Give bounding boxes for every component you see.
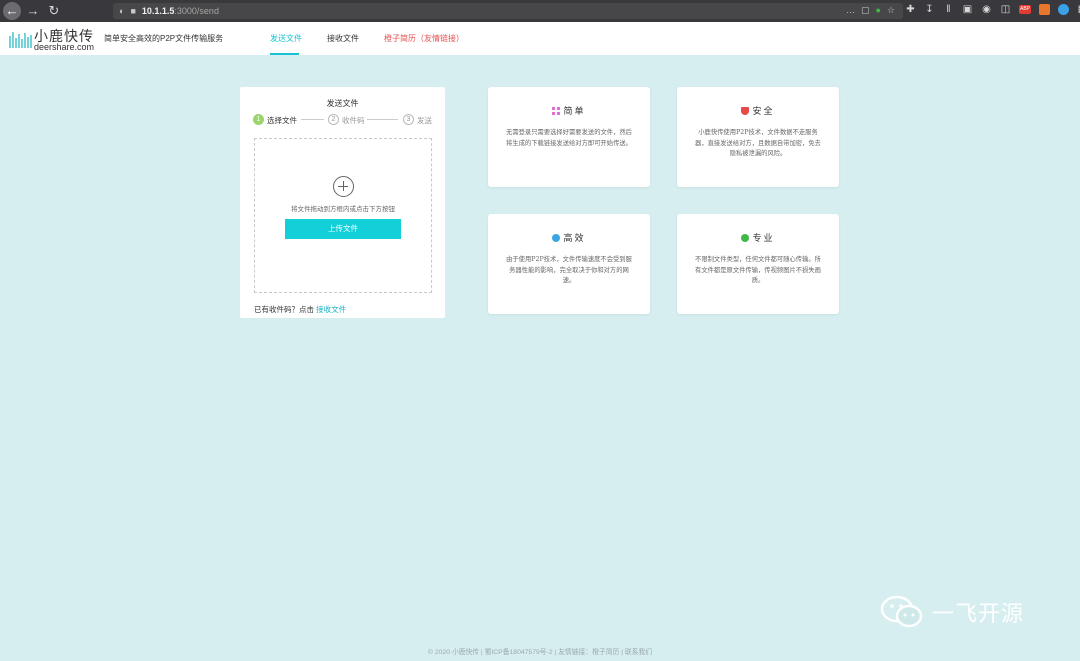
step-1-label: 选择文件 bbox=[267, 116, 297, 125]
nav-receive-file[interactable]: 接收文件 bbox=[327, 33, 359, 44]
file-drop-zone[interactable]: 将文件拖动到方框内或点击下方按钮 上传文件 bbox=[254, 138, 432, 293]
url-bar[interactable]: ◐ ■ 10.1.1.5:3000/send … ▢ ● ☆ bbox=[113, 3, 903, 19]
feature-card-efficient: 高效 由于使用P2P技术，文件传输速度不会受到服务器性能的影响，完全取决于你和对… bbox=[488, 214, 650, 314]
page-actions-icon[interactable]: … bbox=[846, 5, 855, 16]
slogan: 简单安全高效的P2P文件传输服务 bbox=[104, 34, 224, 43]
pocket-icon[interactable]: ▢ bbox=[861, 5, 870, 16]
download-icon[interactable]: ↧ bbox=[924, 4, 935, 15]
step-indicator: 1 选择文件 2 收件码 3 发送 bbox=[253, 114, 433, 126]
page-footer: © 2020 小鹿快传 | 蜀ICP备18047579号-2 | 友情链接：橙子… bbox=[427, 649, 653, 656]
grid-icon bbox=[552, 107, 561, 115]
watermark-text: 一飞开源 bbox=[932, 601, 1025, 626]
browser-toolbar: ← → ↻ ◐ ■ 10.1.1.5:3000/send … ▢ ● ☆ ✚ ↧… bbox=[0, 0, 1080, 22]
nav-send-file[interactable]: 发送文件 bbox=[270, 33, 302, 44]
step-3-number: 3 bbox=[403, 114, 414, 125]
shield-icon[interactable]: ◐ bbox=[119, 6, 124, 16]
url-path: :3000/send bbox=[174, 6, 219, 16]
check-icon bbox=[741, 234, 750, 242]
plus-icon[interactable] bbox=[333, 176, 354, 197]
upload-file-button[interactable]: 上传文件 bbox=[285, 219, 401, 239]
watermark: 一飞开源 bbox=[880, 592, 1060, 632]
feature-card-simple: 简单 无需登录只需要选择好需要发送的文件，然后将生成的下载链接发送给对方即可开始… bbox=[488, 87, 650, 187]
extension-icon[interactable]: ● bbox=[875, 5, 880, 16]
reload-button[interactable]: ↻ bbox=[45, 2, 63, 20]
drop-hint: 将文件拖动到方框内或点击下方按钮 bbox=[291, 206, 395, 213]
page-info-icon[interactable]: ■ bbox=[130, 6, 135, 16]
account-icon[interactable]: ◉ bbox=[981, 4, 992, 15]
shield-icon bbox=[741, 107, 750, 115]
feature-description: 小鹿快传使用P2P技术，文件数据不走服务器，直接发送给对方，且数据自带加密，免去… bbox=[695, 129, 821, 157]
step-2-number: 2 bbox=[328, 114, 339, 125]
step-3-label: 发送 bbox=[417, 116, 432, 125]
card-title: 发送文件 bbox=[326, 99, 359, 108]
feature-title: 安全 bbox=[752, 106, 775, 116]
step-connector bbox=[301, 119, 324, 120]
feature-card-secure: 安全 小鹿快传使用P2P技术，文件数据不走服务器，直接发送给对方，且数据自带加密… bbox=[677, 87, 839, 187]
bookmark-star-icon[interactable]: ☆ bbox=[887, 5, 895, 16]
site-header: 小鹿快传 deershare.com 简单安全高效的P2P文件传输服务 发送文件… bbox=[0, 22, 1080, 55]
deer-logo-icon bbox=[9, 32, 32, 48]
forward-button[interactable]: → bbox=[24, 2, 42, 20]
wechat-icon bbox=[880, 595, 923, 628]
logo-domain: deershare.com bbox=[34, 42, 95, 52]
screenshot-icon[interactable]: ◫ bbox=[1000, 4, 1011, 15]
step-2-label: 收件码 bbox=[342, 116, 365, 125]
receive-file-link[interactable]: 接收文件 bbox=[316, 305, 346, 314]
feature-title: 高效 bbox=[563, 233, 586, 243]
feature-description: 由于使用P2P技术，文件传输速度不会受到服务器性能的影响，完全取决于你和对方的网… bbox=[506, 256, 632, 284]
step-connector bbox=[367, 119, 398, 120]
logo[interactable]: 小鹿快传 deershare.com bbox=[8, 26, 98, 52]
have-code-text: 已有收件码？点击 接收文件 bbox=[254, 304, 346, 315]
library-icon[interactable]: ‖ bbox=[943, 4, 954, 15]
nav-friend-link[interactable]: 橙子简历（友情链接） bbox=[384, 33, 464, 44]
feature-title: 专业 bbox=[752, 233, 775, 243]
url-host: 10.1.1.5 bbox=[141, 6, 175, 16]
tools-icon[interactable]: ✚ bbox=[905, 4, 916, 15]
gauge-icon bbox=[552, 234, 561, 242]
upload-card: 发送文件 1 选择文件 2 收件码 3 发送 将文件拖动到方框内或点击下方按钮 … bbox=[240, 87, 445, 318]
nav-active-indicator bbox=[270, 53, 299, 55]
have-code-prefix: 已有收件码？点击 bbox=[254, 305, 317, 314]
sidebar-icon[interactable]: ▣ bbox=[962, 4, 973, 15]
feature-description: 不限制文件类型，任何文件都可随心传输。所有文件都是原文件传输，传视频图片不损失画… bbox=[695, 256, 821, 284]
extension-blue-icon[interactable] bbox=[1058, 4, 1069, 15]
feature-card-professional: 专业 不限制文件类型，任何文件都可随心传输。所有文件都是原文件传输，传视频图片不… bbox=[677, 214, 839, 314]
adblock-icon[interactable]: ABP bbox=[1019, 5, 1031, 14]
note-icon[interactable] bbox=[1039, 4, 1050, 15]
step-1-number: 1 bbox=[253, 114, 264, 125]
back-button[interactable]: ← bbox=[3, 2, 21, 20]
feature-title: 简单 bbox=[563, 106, 586, 116]
feature-description: 无需登录只需要选择好需要发送的文件，然后将生成的下载链接发送给对方即可开始传送。 bbox=[506, 129, 632, 147]
